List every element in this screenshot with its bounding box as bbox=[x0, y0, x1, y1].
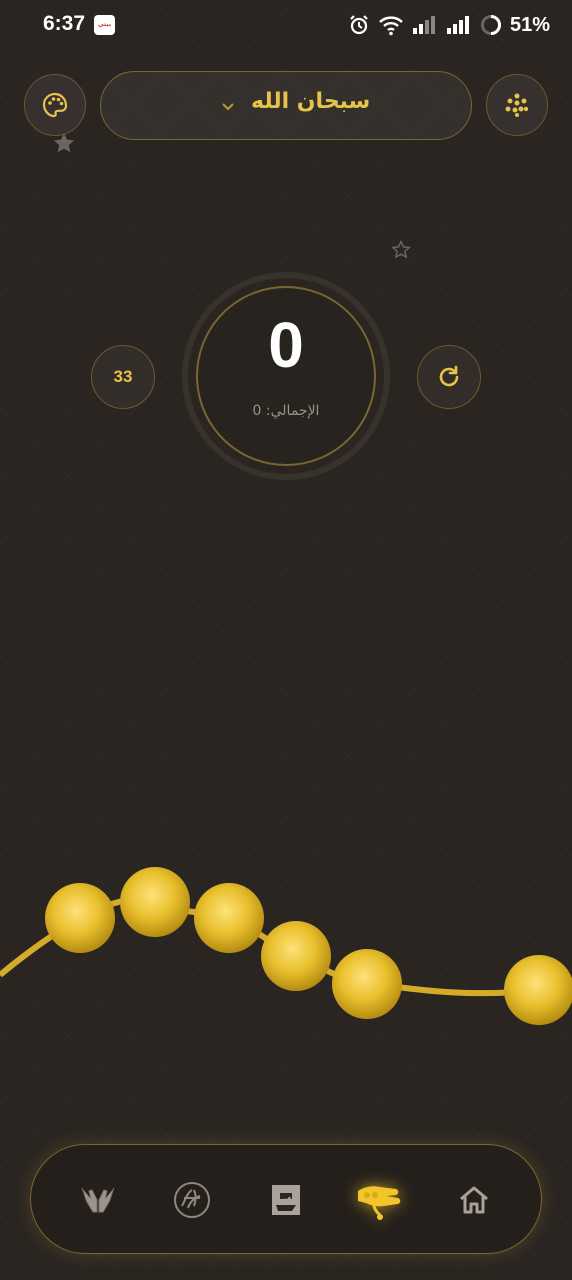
status-time: 6:37 bbox=[43, 12, 86, 35]
tasbih-hand-icon bbox=[355, 1177, 405, 1223]
dhikr-selector[interactable]: سبحان الله bbox=[100, 71, 472, 140]
bead[interactable] bbox=[194, 883, 264, 953]
battery-percent: 51% bbox=[509, 13, 550, 36]
theme-button[interactable] bbox=[24, 74, 86, 136]
chevron-down-icon bbox=[220, 98, 236, 117]
quran-calligraphy-icon bbox=[172, 1180, 212, 1220]
background-pattern bbox=[0, 0, 572, 1280]
beads-style-button[interactable] bbox=[486, 74, 548, 136]
bead[interactable] bbox=[45, 883, 115, 953]
signal-icon bbox=[446, 15, 472, 35]
status-bar: 6:37 بيتي 51% bbox=[0, 0, 572, 52]
status-icons: 51% bbox=[348, 12, 550, 38]
tasbih-beads[interactable] bbox=[0, 850, 572, 1050]
nav-tasbih[interactable] bbox=[340, 1145, 420, 1255]
kaaba-icon bbox=[268, 1181, 304, 1219]
total-count: الإجمالي: 0 bbox=[252, 403, 320, 419]
bead[interactable] bbox=[504, 955, 572, 1025]
dhikr-label: سبحان الله bbox=[251, 89, 371, 114]
star-icon bbox=[51, 131, 77, 160]
bead[interactable] bbox=[261, 921, 331, 991]
bead[interactable] bbox=[332, 949, 402, 1019]
wifi-icon bbox=[378, 14, 404, 36]
nav-duas[interactable] bbox=[58, 1145, 138, 1255]
bead[interactable] bbox=[120, 867, 190, 937]
nav-home[interactable] bbox=[434, 1145, 514, 1255]
reset-button[interactable] bbox=[417, 345, 481, 409]
target-button[interactable]: 33 bbox=[91, 345, 155, 409]
beads-grid-icon bbox=[504, 92, 530, 118]
nav-quran[interactable] bbox=[152, 1145, 232, 1255]
battery-ring-icon bbox=[480, 14, 502, 36]
nav-qibla[interactable] bbox=[246, 1145, 326, 1255]
refresh-icon bbox=[436, 364, 462, 390]
star-outline-icon bbox=[391, 239, 411, 264]
target-value: 33 bbox=[113, 367, 133, 386]
alarm-icon bbox=[348, 14, 370, 36]
praying-hands-icon bbox=[78, 1182, 118, 1218]
notification-app-icon: بيتي bbox=[94, 15, 115, 35]
count-value: 0 bbox=[268, 309, 304, 381]
bottom-nav bbox=[30, 1144, 542, 1254]
home-icon bbox=[457, 1184, 491, 1216]
signal-icon bbox=[412, 15, 438, 35]
palette-icon bbox=[41, 91, 69, 119]
